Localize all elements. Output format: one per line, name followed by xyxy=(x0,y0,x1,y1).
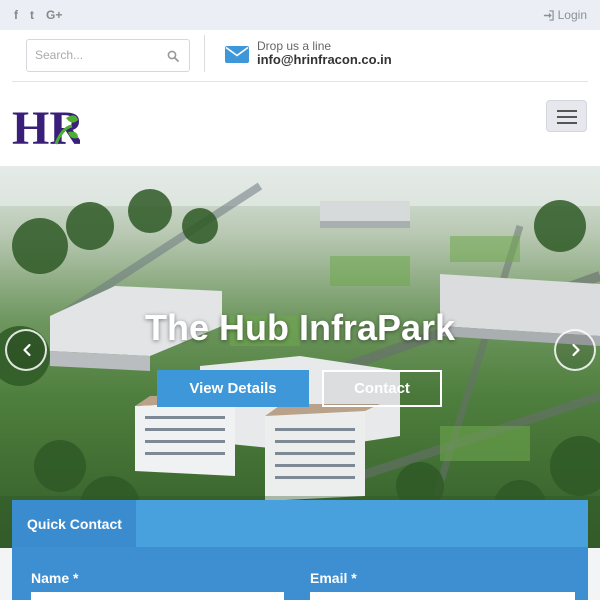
name-label: Name * xyxy=(31,570,79,586)
name-input[interactable] xyxy=(31,592,284,600)
search-box xyxy=(26,39,190,72)
divider xyxy=(204,35,205,72)
email-input[interactable] xyxy=(310,592,575,600)
email-label: Email * xyxy=(310,570,357,586)
header-divider xyxy=(12,81,588,82)
quick-contact-header xyxy=(136,500,588,547)
company-logo[interactable]: HR xyxy=(12,98,80,148)
menu-toggle-button[interactable] xyxy=(546,100,587,132)
search-input[interactable] xyxy=(35,48,160,62)
hamburger-bar xyxy=(557,122,577,124)
twitter-icon[interactable]: t xyxy=(30,8,34,22)
login-icon xyxy=(543,9,554,21)
envelope-icon xyxy=(225,46,249,63)
drop-us-a-line-label: Drop us a line xyxy=(257,39,332,53)
hamburger-bar xyxy=(557,110,577,112)
email-link[interactable]: info@hrinfracon.co.in xyxy=(257,52,392,67)
quick-contact-tab-label: Quick Contact xyxy=(27,516,122,532)
view-details-button[interactable]: View Details xyxy=(157,370,309,407)
login-link[interactable]: Login xyxy=(543,8,587,22)
contact-button[interactable]: Contact xyxy=(322,370,442,407)
quick-contact-panel: Quick Contact Name * Email * xyxy=(12,500,588,600)
search-icon[interactable] xyxy=(167,50,179,62)
hamburger-bar xyxy=(557,116,577,118)
hero-background-image xyxy=(0,166,600,548)
social-links: f t G+ xyxy=(14,8,62,22)
login-label: Login xyxy=(557,8,587,22)
header-info-row: Drop us a line info@hrinfracon.co.in xyxy=(0,30,600,82)
hero-title: The Hub InfraPark xyxy=(144,307,456,348)
logo-text: HR xyxy=(12,102,80,148)
quick-contact-tab[interactable]: Quick Contact xyxy=(12,500,136,547)
google-plus-icon[interactable]: G+ xyxy=(46,8,62,22)
hero-slider: The Hub InfraPark View Details Contact xyxy=(0,166,600,548)
top-bar: f t G+ Login xyxy=(0,0,600,30)
facebook-icon[interactable]: f xyxy=(14,8,18,22)
